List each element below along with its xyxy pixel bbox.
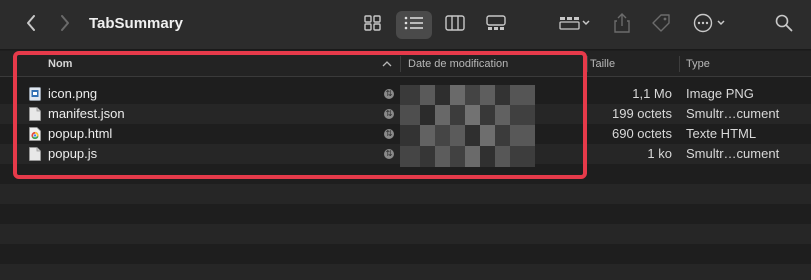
gallery-view-button[interactable] <box>478 11 514 39</box>
search-icon <box>775 14 793 37</box>
tags-button[interactable] <box>648 12 674 38</box>
share-button[interactable] <box>610 12 634 38</box>
window-title: TabSummary <box>89 15 183 32</box>
column-divider[interactable] <box>679 56 680 72</box>
list-view-button[interactable] <box>396 11 432 39</box>
forward-button[interactable] <box>53 12 77 38</box>
column-divider[interactable] <box>587 56 588 72</box>
back-button[interactable] <box>19 12 43 38</box>
highlight-annotation <box>13 51 587 179</box>
column-view-button[interactable] <box>437 11 473 39</box>
empty-row <box>0 224 811 244</box>
group-grid-icon <box>559 16 591 35</box>
list-icon <box>404 16 424 35</box>
column-header-kind[interactable]: Type <box>686 51 710 77</box>
file-kind: Smultr…cument <box>686 146 780 161</box>
gallery-icon <box>486 14 506 36</box>
tag-icon <box>651 13 671 38</box>
grid-icon <box>364 14 382 36</box>
file-kind: Image PNG <box>686 86 754 101</box>
chevron-right-icon <box>60 14 70 36</box>
icon-view-button[interactable] <box>355 11 391 39</box>
file-size: 1 ko <box>647 146 672 161</box>
columns-icon <box>445 14 465 36</box>
search-button[interactable] <box>771 12 797 38</box>
file-size: 1,1 Mo <box>632 86 672 101</box>
file-size: 199 octets <box>612 106 672 121</box>
chevron-left-icon <box>26 14 36 36</box>
ellipsis-circle-icon <box>693 13 727 38</box>
group-by-button[interactable] <box>556 13 594 37</box>
empty-row <box>0 264 811 280</box>
column-header-size[interactable]: Taille <box>590 51 615 77</box>
share-icon <box>614 12 630 38</box>
empty-row <box>0 184 811 204</box>
toolbar: TabSummary <box>0 0 811 50</box>
action-menu-button[interactable] <box>690 12 730 38</box>
file-kind: Smultr…cument <box>686 106 780 121</box>
file-size: 690 octets <box>612 126 672 141</box>
file-kind: Texte HTML <box>686 126 757 141</box>
